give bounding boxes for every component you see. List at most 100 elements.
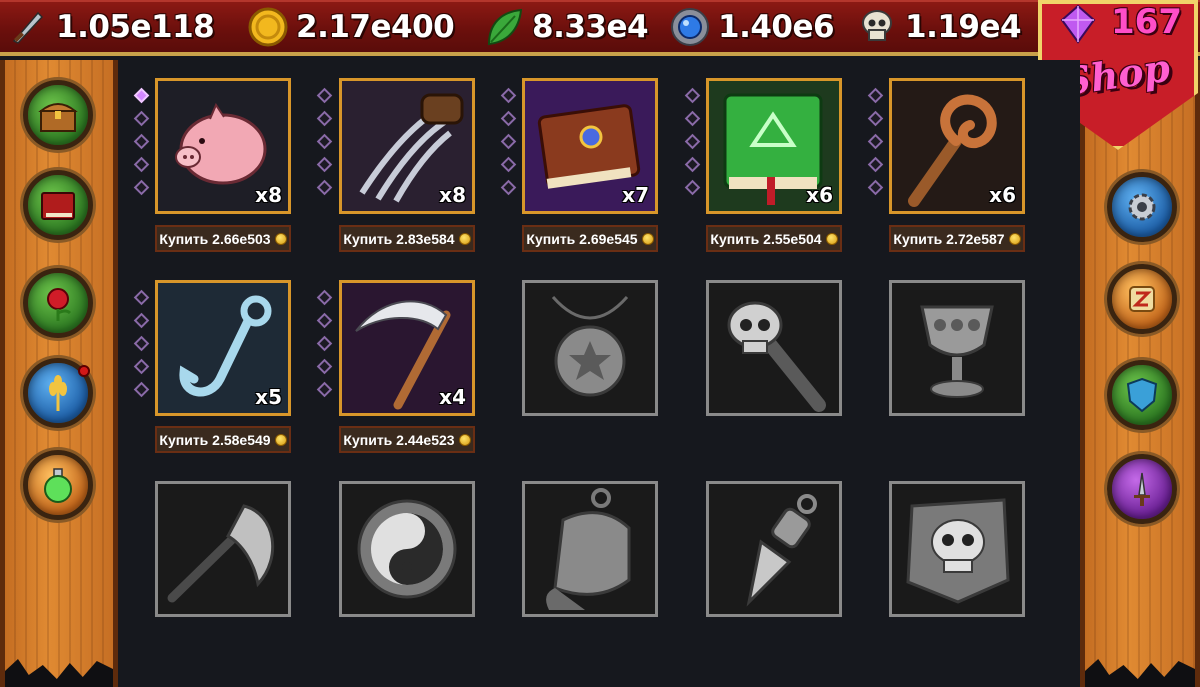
book-button[interactable] <box>23 170 93 240</box>
artifact-grid: x8 Купить 2.66e503 x8 Купить 2.83e584 x7… <box>118 60 1080 687</box>
buy-button[interactable]: Купить 2.83e584 <box>339 225 475 252</box>
artifact-tile-claws[interactable]: x8 <box>339 78 475 214</box>
item-count: x8 <box>255 183 282 207</box>
paint-drip-decoration <box>1085 659 1195 687</box>
upgrade-gem <box>316 381 333 398</box>
heroes-button[interactable] <box>1107 454 1177 524</box>
yin-yang-token-icon <box>342 484 472 614</box>
right-menu-panel <box>1080 60 1200 687</box>
upgrade-gem <box>133 87 150 104</box>
artifact-tile-green-tome[interactable]: x6 <box>706 78 842 214</box>
gold-coin-icon <box>825 232 838 245</box>
gem-count: 167 <box>1111 2 1182 42</box>
artifact-tile-piggy-bank[interactable]: x8 <box>155 78 291 214</box>
buy-label: Купить 2.55e504 <box>710 230 822 247</box>
upgrade-gem <box>316 110 333 127</box>
skull-staff-icon <box>709 283 839 413</box>
artifact-tile-crystal-pendant[interactable] <box>706 481 842 617</box>
potion-button[interactable] <box>23 450 93 520</box>
upgrade-gem <box>133 381 150 398</box>
wheat-icon <box>49 375 67 411</box>
upgrade-gem <box>500 179 517 196</box>
left-menu-panel <box>0 60 118 687</box>
item-count: x5 <box>255 385 282 409</box>
artifact-tile-goblet[interactable] <box>889 280 1025 416</box>
notification-dot <box>78 365 90 377</box>
battle-axe-icon <box>158 484 288 614</box>
crystal-pendant-icon <box>709 484 839 614</box>
buy-button[interactable]: Купить 2.72e587 <box>889 225 1025 252</box>
skull-shield-icon <box>892 484 1022 614</box>
item-count: x6 <box>989 183 1016 207</box>
gold-coin-icon <box>274 232 287 245</box>
upgrade-gem <box>316 156 333 173</box>
artifact-tile-skull-staff[interactable] <box>706 280 842 416</box>
item-count: x6 <box>806 183 833 207</box>
orbs-value: 1.40e6 <box>718 9 835 45</box>
upgrade-gem <box>316 133 333 150</box>
gold-coin-icon <box>458 433 471 446</box>
skull-icon <box>855 5 899 49</box>
artifact-tile-skull-shield[interactable] <box>889 481 1025 617</box>
buy-button[interactable]: Купить 2.58e549 <box>155 426 291 453</box>
upgrade-gem <box>684 156 701 173</box>
gear-icon <box>1128 193 1156 221</box>
upgrade-gem <box>133 133 150 150</box>
buy-label: Купить 2.66e503 <box>159 230 271 247</box>
upgrade-gem <box>316 87 333 104</box>
item-count: x4 <box>439 385 466 409</box>
resource-orbs: 1.40e6 <box>668 4 835 50</box>
bell-icon <box>525 484 655 614</box>
star-amulet-icon <box>525 283 655 413</box>
blue-orb-icon <box>668 5 712 49</box>
sword-icon <box>1134 472 1150 506</box>
upgrade-gem <box>500 133 517 150</box>
rose-button[interactable] <box>23 268 93 338</box>
gold-coin-icon <box>458 232 471 245</box>
scroll-icon <box>1129 286 1155 312</box>
upgrade-gem <box>316 358 333 375</box>
upgrade-gem <box>867 156 884 173</box>
upgrade-gem <box>133 289 150 306</box>
artifact-tile-hook[interactable]: x5 <box>155 280 291 416</box>
gold-coin-icon <box>274 433 287 446</box>
artifact-tile-bell[interactable] <box>522 481 658 617</box>
buy-label: Купить 2.72e587 <box>893 230 1005 247</box>
settings-button[interactable] <box>1107 172 1177 242</box>
rose-icon <box>47 288 72 321</box>
red-book-icon <box>41 192 75 220</box>
leaf-icon <box>482 5 526 49</box>
buy-label: Купить 2.83e584 <box>343 230 455 247</box>
resource-gold: 2.17e400 <box>246 4 455 50</box>
resource-skulls: 1.19e4 <box>855 4 1022 50</box>
upgrade-gem <box>684 133 701 150</box>
resource-damage: 1.05e118 <box>6 4 215 50</box>
skulls-value: 1.19e4 <box>905 9 1022 45</box>
goblet-icon <box>892 283 1022 413</box>
upgrade-gem <box>867 179 884 196</box>
artifact-tile-scythe[interactable]: x4 <box>339 280 475 416</box>
artifact-tile-spell-book[interactable]: x7 <box>522 78 658 214</box>
damage-value: 1.05e118 <box>56 9 215 45</box>
item-count: x8 <box>439 183 466 207</box>
purple-gem-icon <box>1058 4 1098 49</box>
gold-coin-icon <box>246 5 290 49</box>
buy-button[interactable]: Купить 2.55e504 <box>706 225 842 252</box>
upgrade-gem <box>500 87 517 104</box>
artifact-tile-star-amulet[interactable] <box>522 280 658 416</box>
artifact-tile-spiral-staff[interactable]: x6 <box>889 78 1025 214</box>
paint-drip-decoration <box>5 659 113 687</box>
defense-button[interactable] <box>1107 360 1177 430</box>
artifact-tile-yin-yang-token[interactable] <box>339 481 475 617</box>
wheat-button[interactable] <box>23 358 93 428</box>
quests-button[interactable] <box>1107 264 1177 334</box>
leaves-value: 8.33e4 <box>532 9 649 45</box>
upgrade-gem <box>867 87 884 104</box>
buy-button[interactable]: Купить 2.69e545 <box>522 225 658 252</box>
treasure-chest-button[interactable] <box>23 80 93 150</box>
artifact-tile-battle-axe[interactable] <box>155 481 291 617</box>
item-count: x7 <box>622 183 649 207</box>
gold-coin-icon <box>1008 232 1021 245</box>
buy-button[interactable]: Купить 2.66e503 <box>155 225 291 252</box>
buy-button[interactable]: Купить 2.44e523 <box>339 426 475 453</box>
